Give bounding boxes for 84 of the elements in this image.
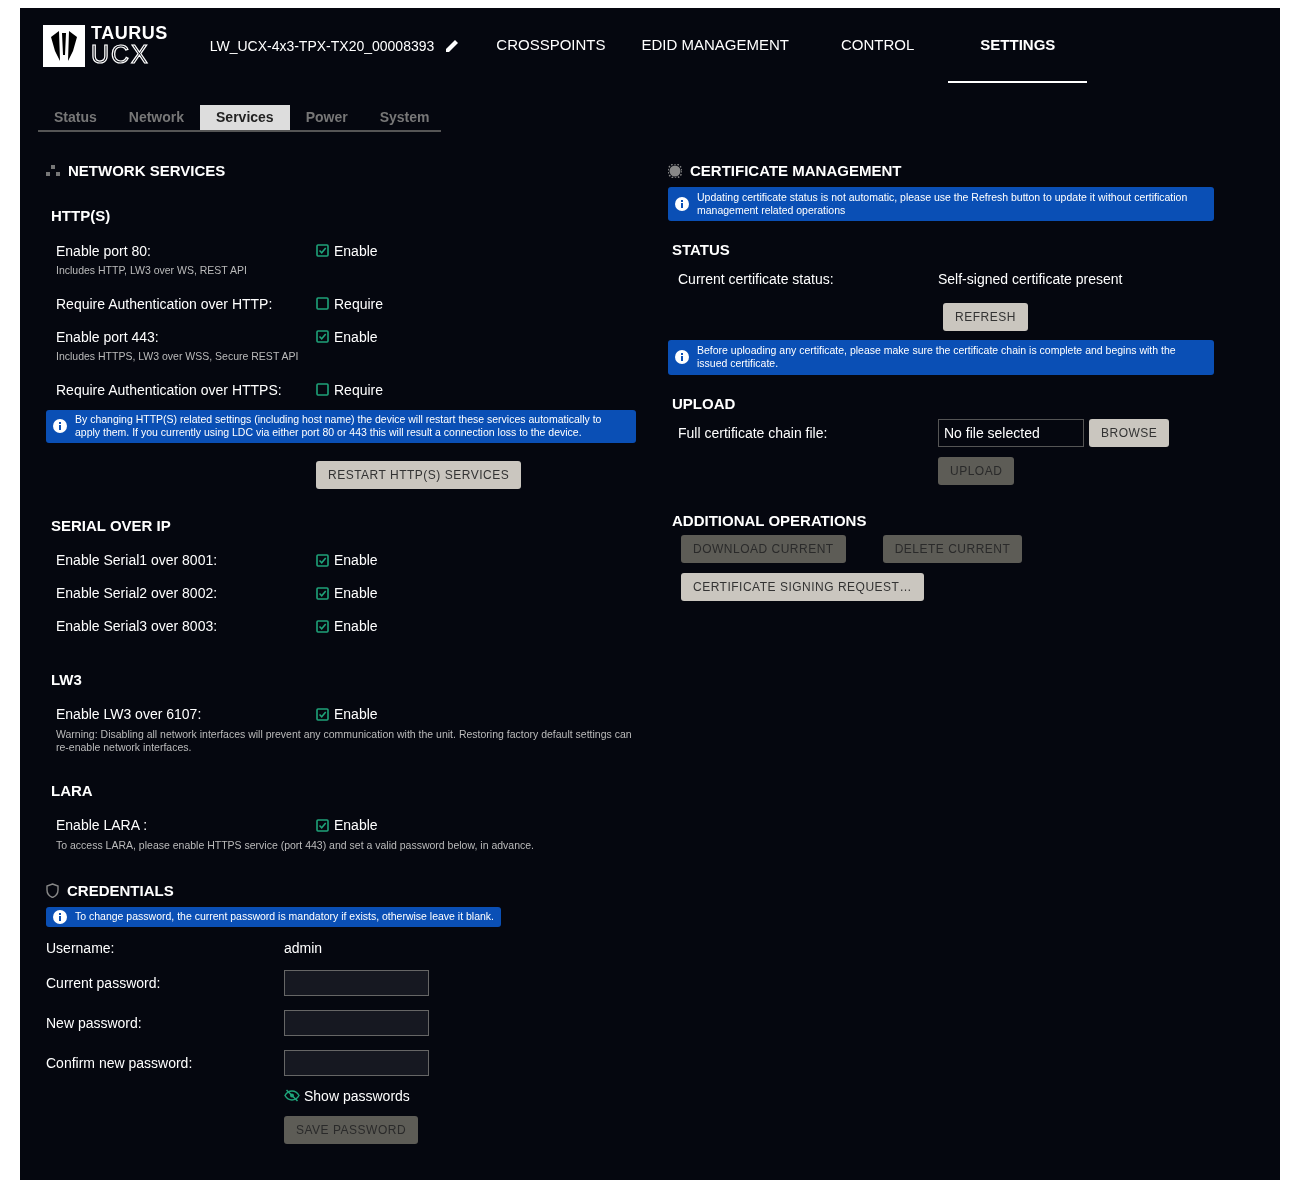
checkbox[interactable] [316, 330, 329, 344]
info-text: By changing HTTP(S) related settings (including host name) the device will restart these services automatically to apply them. If you currently using LDC via either port 80 or 443 this will result a connection loss to the device. [75, 413, 603, 440]
device-name[interactable]: LW_UCX-4x3-TPX-TX20_00008393 [207, 33, 437, 58]
checkbox-label[interactable]: Require [334, 295, 384, 312]
setting-label: Enable Serial3 over 8003: [56, 618, 219, 634]
operation-button[interactable]: CERTIFICATE SIGNING REQUEST… [681, 572, 924, 601]
file-field[interactable]: No file selected [938, 418, 1084, 447]
field-label: Confirm new password: [46, 1054, 194, 1071]
logo-wordmark: UCX [91, 42, 151, 67]
hint-text: To access LARA, please enable HTTPS service (port 443) and set a valid password below, in advance. [55, 838, 535, 852]
info-text: Updating certificate status is not automatic, please use the Refresh button to update it without certification management related operations [697, 191, 1189, 218]
hint-text: Warning: Disabling all network interfaces will prevent any communication with the unit. Restoring factory default settings can re-enable network interfaces. [55, 727, 633, 754]
password-field[interactable] [284, 1009, 429, 1036]
restart-button[interactable]: RESTART HTTP(S) SERVICES [316, 460, 522, 489]
group-title: UPLOAD [672, 394, 737, 412]
eye-icon[interactable] [284, 1089, 300, 1103]
info-icon [675, 197, 689, 212]
browse-button[interactable]: BROWSE [1089, 418, 1170, 447]
nav-tab[interactable]: CROSSPOINTS [478, 8, 624, 83]
checkbox-label[interactable]: Enable [334, 242, 378, 259]
subtab[interactable]: Status [38, 105, 113, 130]
setting-label: Enable port 80: [56, 242, 152, 259]
info-icon [675, 350, 689, 365]
logo-icon [43, 24, 85, 67]
hint-text: Includes HTTP, LW3 over WS, REST API [55, 264, 248, 278]
setting-label: Enable Serial2 over 8002: [56, 585, 219, 601]
shield-icon [46, 882, 59, 898]
checkbox[interactable] [316, 818, 329, 832]
refresh-button[interactable]: REFRESH [943, 303, 1028, 332]
subtab[interactable]: Network [112, 105, 201, 130]
group-title: ADDITIONAL OPERATIONS [672, 511, 868, 529]
checkbox[interactable] [316, 619, 329, 633]
group-title: SERIAL OVER IP [51, 516, 172, 534]
password-field[interactable] [284, 1049, 429, 1076]
group-title: LARA [51, 781, 94, 799]
network-icon [46, 164, 60, 177]
setting-label: Current certificate status: [678, 271, 835, 288]
checkbox-label[interactable]: Enable [334, 817, 378, 834]
nav-tab[interactable]: CONTROL [823, 8, 933, 83]
field-label: Username: [46, 939, 116, 956]
checkbox-label[interactable]: Enable [334, 552, 378, 568]
nav-tab[interactable]: EDID MANAGEMENT [623, 8, 807, 83]
checkbox[interactable] [316, 244, 329, 257]
setting-label: Enable LW3 over 6107: [56, 706, 203, 722]
setting-label: Full certificate chain file: [678, 424, 829, 441]
info-icon [53, 419, 67, 434]
info-icon [53, 909, 67, 924]
section-title: CREDENTIALS [67, 881, 174, 899]
checkbox[interactable] [316, 297, 329, 311]
nav-tab[interactable]: SETTINGS [948, 8, 1088, 83]
show-passwords-toggle[interactable]: Show passwords [304, 1087, 410, 1104]
checkbox-label[interactable]: Enable [334, 706, 378, 722]
subtab[interactable]: Power [289, 105, 364, 130]
section-title: NETWORK SERVICES [68, 162, 226, 179]
group-title: STATUS [672, 241, 731, 259]
checkbox-label[interactable]: Enable [334, 618, 378, 634]
setting-label: Enable port 443: [56, 328, 160, 345]
group-title: HTTP(S) [51, 207, 112, 224]
checkbox-label[interactable]: Enable [334, 328, 378, 345]
setting-label: Require Authentication over HTTP: [56, 295, 274, 312]
info-text: To change password, the current password is mandatory if exists, otherwise leave it blank. [75, 910, 495, 924]
checkbox[interactable] [316, 553, 329, 567]
logo-wordmark: TAURUS [91, 24, 168, 42]
checkbox[interactable] [316, 707, 329, 721]
group-title: LW3 [51, 670, 83, 688]
field-label: New password: [46, 1014, 143, 1031]
setting-label: Enable Serial1 over 8001: [56, 552, 219, 568]
checkbox-label[interactable]: Require [334, 381, 384, 398]
field-label: Current password: [46, 974, 162, 991]
username-value: admin [284, 939, 323, 956]
checkbox[interactable] [316, 586, 329, 600]
checkbox[interactable] [316, 383, 329, 397]
certificate-status: Self-signed certificate present [938, 271, 1123, 288]
subtab[interactable]: Services [200, 105, 290, 130]
hint-text: Includes HTTPS, LW3 over WSS, Secure REST API [55, 350, 300, 364]
password-field[interactable] [284, 969, 429, 996]
setting-label: Require Authentication over HTTPS: [56, 381, 283, 398]
setting-label: Enable LARA : [56, 817, 149, 834]
subtab[interactable]: System [363, 105, 446, 130]
pencil-icon[interactable] [444, 37, 461, 54]
checkbox-label[interactable]: Enable [334, 585, 378, 601]
section-title: CERTIFICATE MANAGEMENT [690, 162, 902, 179]
info-text: Before uploading any certificate, please make sure the certificate chain is complete and begins with the issued certificate. [697, 344, 1177, 371]
gear-icon [668, 163, 682, 178]
